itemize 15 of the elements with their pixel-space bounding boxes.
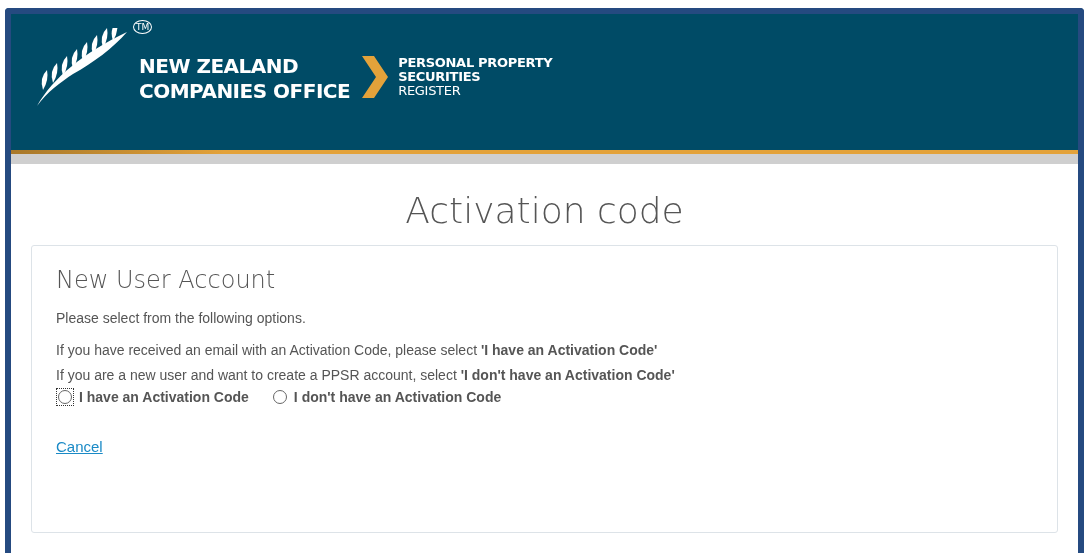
intro-text: Please select from the following options. <box>56 310 307 326</box>
radio-button[interactable] <box>272 390 287 404</box>
logo-text: NEW ZEALAND <box>139 54 300 79</box>
register-title: PERSONAL PROPERTY <box>398 56 553 70</box>
chevron-icon <box>362 56 389 98</box>
register-title: SECURITIES <box>398 70 482 84</box>
instruction-text: If you have received an email with an Activation Code, please select 'I have an Activation Code' <box>56 341 659 360</box>
logo-text: COMPANIES OFFICE <box>139 79 351 104</box>
card-title: New User Account <box>56 266 277 294</box>
radio-option[interactable]: I don't have an Activation Code <box>270 388 502 406</box>
register-title: REGISTER <box>398 84 462 98</box>
page-title: Activation code <box>404 190 685 231</box>
instruction-text: If you are a new user and want to create a PPSR account, select 'I don't have an Activation Code' <box>56 366 676 385</box>
radio-option[interactable]: I have an Activation Code <box>56 388 249 406</box>
cancel-link[interactable]: Cancel <box>56 438 103 455</box>
